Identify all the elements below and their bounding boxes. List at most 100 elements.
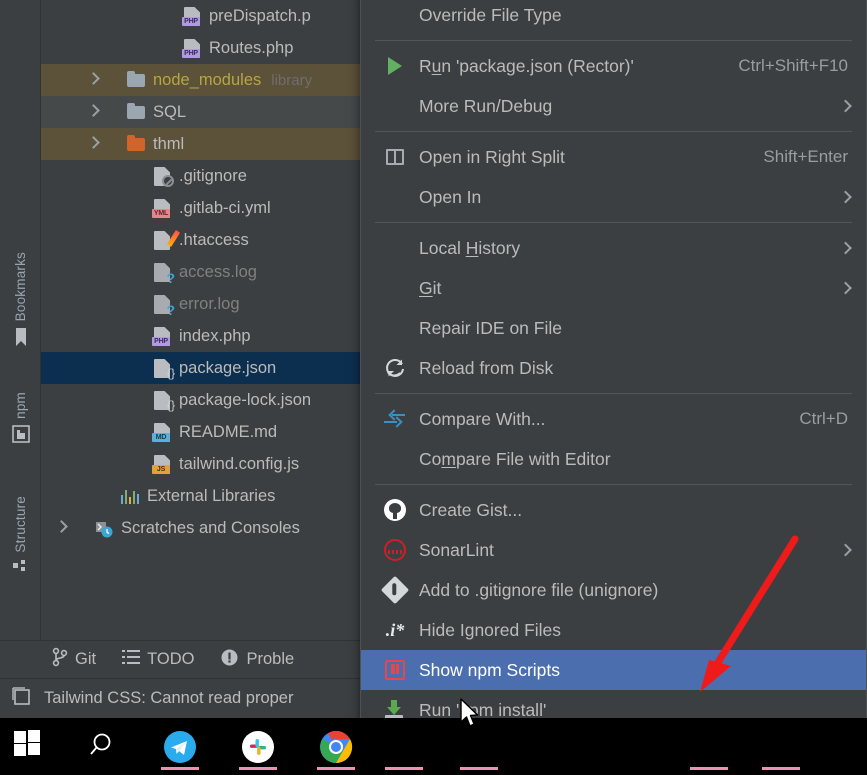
tree-row-gitignore[interactable]: .gitignore [41, 160, 360, 192]
tree-row-label: Routes.php [209, 38, 294, 57]
menu-item-label: Add to .gitignore file (unignore) [419, 579, 659, 600]
rail-item-bookmarks-label: Bookmarks [13, 252, 28, 322]
tree-row-thml[interactable]: thml [41, 128, 360, 160]
chevron-right-icon[interactable] [85, 135, 103, 153]
json-file-icon: {} [151, 390, 175, 411]
tree-row-label: .gitignore [179, 166, 247, 185]
problems-icon [220, 648, 239, 672]
tree-row-package-lock-json[interactable]: {} package-lock.json [41, 384, 360, 416]
taskbar-underline-app6 [690, 767, 728, 770]
tree-row-htaccess[interactable]: .htaccess [41, 224, 360, 256]
telegram-button[interactable] [163, 730, 197, 764]
menu-separator [375, 40, 852, 41]
menu-item-shortcut: Ctrl+D [799, 409, 848, 428]
chrome-button[interactable] [319, 730, 353, 764]
menu-item-reload-from-disk[interactable]: Reload from Disk [361, 348, 866, 388]
screenshot-root: Bookmarks npm Structure PHP preDispatch.… [0, 0, 867, 775]
tool-window-problems-label: Proble [246, 650, 295, 668]
external-libraries-icon [119, 486, 141, 506]
menu-item-repair-ide-on-file[interactable]: Repair IDE on File [361, 308, 866, 348]
menu-item-run-package-json-rector[interactable]: Run 'package.json (Rector)' Ctrl+Shift+F… [361, 46, 866, 86]
menu-item-label: More Run/Debug [419, 95, 553, 116]
menu-item-add-to-gitignore[interactable]: Add to .gitignore file (unignore) [361, 570, 866, 610]
menu-item-compare-with[interactable]: Compare With... Ctrl+D [361, 399, 866, 439]
tool-window-git[interactable]: Git [52, 647, 96, 672]
menu-item-hide-ignored-files[interactable]: .i* Hide Ignored Files [361, 610, 866, 650]
md-file-icon: MD [151, 422, 173, 442]
php-file-icon: PHP [151, 326, 173, 346]
tool-window-todo-label: TODO [147, 650, 195, 668]
start-button[interactable] [14, 730, 48, 764]
tree-row-scratches-and-consoles[interactable]: Scratches and Consoles [41, 512, 360, 544]
php-file-icon: PHP [181, 38, 203, 58]
tree-row-node-modules[interactable]: node_modules library [41, 64, 360, 96]
project-tree[interactable]: PHP preDispatch.p PHP Routes.php node_mo… [41, 0, 360, 640]
rail-item-structure[interactable]: Structure [0, 496, 41, 580]
tree-row-label: tailwind.config.js [179, 454, 300, 473]
menu-item-label: Show npm Scripts [419, 659, 561, 680]
menu-item-label: SonarLint [419, 539, 494, 560]
inspection-widget-icon[interactable] [10, 685, 32, 712]
php-file-icon: PHP [181, 6, 203, 26]
chevron-right-icon[interactable] [85, 71, 103, 89]
menu-item-label: Open in Right Split [419, 146, 565, 167]
github-icon [383, 498, 407, 522]
menu-item-create-gist[interactable]: Create Gist... [361, 490, 866, 530]
menu-item-label: Reload from Disk [419, 357, 554, 378]
tree-row-tailwind-config-js[interactable]: JS tailwind.config.js [41, 448, 360, 480]
scratches-icon [93, 518, 115, 538]
menu-separator [375, 222, 852, 223]
left-tool-rail: Bookmarks npm Structure [0, 0, 41, 640]
tree-row-label: index.php [179, 326, 251, 345]
rail-item-structure-label: Structure [13, 496, 28, 553]
menu-item-more-run-debug[interactable]: More Run/Debug [361, 86, 866, 126]
npm-icon [383, 658, 407, 682]
chevron-right-icon[interactable] [53, 519, 71, 537]
tree-row-label: .gitlab-ci.yml [179, 198, 271, 217]
sonarlint-icon [383, 538, 407, 562]
tree-row-routes-php[interactable]: PHP Routes.php [41, 32, 360, 64]
tree-row-gitlab-ci-yml[interactable]: YML .gitlab-ci.yml [41, 192, 360, 224]
menu-item-git[interactable]: Git [361, 268, 866, 308]
tree-row-sql[interactable]: SQL [41, 96, 360, 128]
tree-row-error-log[interactable]: ? error.log [41, 288, 360, 320]
slack-button[interactable] [241, 730, 275, 764]
rail-item-bookmarks[interactable]: Bookmarks [0, 252, 41, 352]
menu-item-sonarlint[interactable]: SonarLint [361, 530, 866, 570]
todo-list-icon [122, 649, 141, 670]
tool-window-git-label: Git [75, 650, 97, 668]
search-button[interactable] [88, 730, 122, 764]
tree-row-package-json[interactable]: {} package.json [41, 352, 360, 384]
unknown-file-icon: ? [151, 294, 175, 317]
file-context-menu[interactable]: Override File Type Run 'package.json (Re… [360, 0, 867, 735]
menu-item-label: Compare File with Editor [419, 448, 611, 469]
menu-item-compare-file-with-editor[interactable]: Compare File with Editor [361, 439, 866, 479]
tree-row-label: External Libraries [147, 486, 276, 505]
menu-item-show-npm-scripts[interactable]: Show npm Scripts [361, 650, 866, 690]
tree-row-index-php[interactable]: PHP index.php [41, 320, 360, 352]
menu-item-open-in-right-split[interactable]: Open in Right Split Shift+Enter [361, 137, 866, 177]
rail-item-npm[interactable]: npm [0, 392, 41, 448]
tree-row-predispatch[interactable]: PHP preDispatch.p [41, 0, 360, 32]
tree-row-readme-md[interactable]: MD README.md [41, 416, 360, 448]
menu-item-label: Hide Ignored Files [419, 619, 562, 640]
tree-row-access-log[interactable]: ? access.log [41, 256, 360, 288]
tree-row-external-libraries[interactable]: External Libraries [41, 480, 360, 512]
menu-item-label: Local History [419, 237, 521, 258]
tree-row-suffix: library [271, 71, 313, 89]
tool-window-problems[interactable]: Proble [220, 648, 294, 672]
tree-row-label: package-lock.json [179, 390, 312, 409]
htaccess-file-icon [151, 229, 181, 250]
menu-item-label: Override File Type [419, 4, 562, 25]
git-diamond-icon [380, 575, 410, 605]
chevron-right-icon[interactable] [85, 103, 103, 121]
menu-item-local-history[interactable]: Local History [361, 228, 866, 268]
bookmark-icon [13, 327, 29, 352]
menu-item-open-in[interactable]: Open In [361, 177, 866, 217]
menu-separator [375, 484, 852, 485]
tree-row-label: .htaccess [179, 230, 249, 249]
menu-item-override-file-type[interactable]: Override File Type [361, 0, 866, 35]
menu-item-label: Git [419, 277, 442, 298]
tree-row-label: package.json [179, 358, 277, 377]
tool-window-todo[interactable]: TODO [122, 649, 194, 670]
